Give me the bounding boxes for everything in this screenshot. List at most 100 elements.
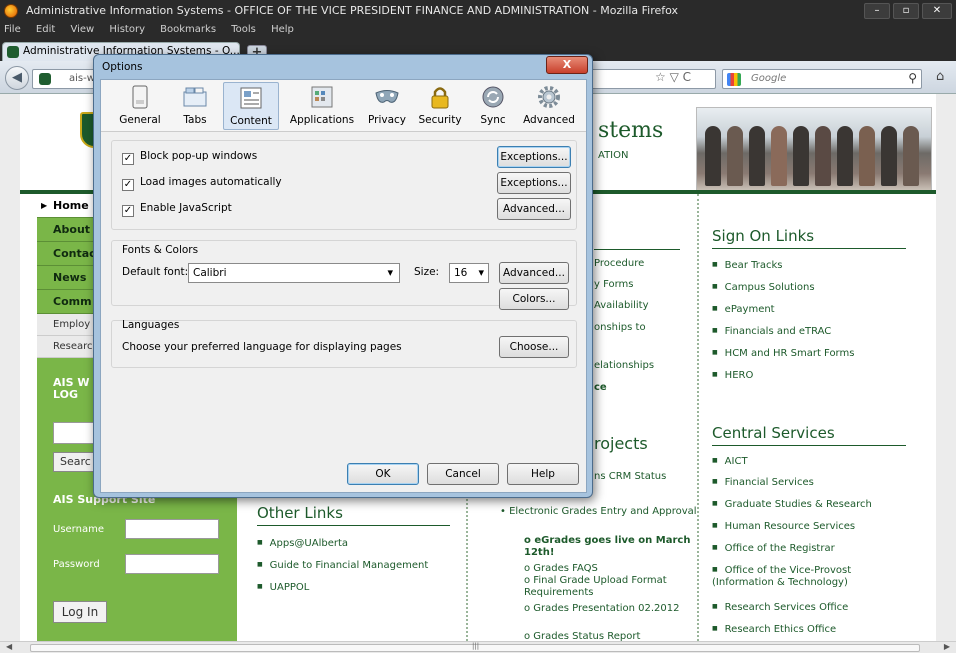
fonts-colors-group: Fonts & Colors Default font: Calibri Siz… <box>111 240 577 310</box>
popup-exceptions-button[interactable]: Exceptions... <box>497 146 571 168</box>
enable-javascript-checkbox[interactable]: ✓ Enable JavaScript <box>122 202 232 217</box>
search-icon[interactable]: ⚲ <box>908 71 917 85</box>
cancel-button[interactable]: Cancel <box>427 463 499 485</box>
column-divider <box>697 194 699 641</box>
central-link[interactable]: Financial Services <box>712 476 814 489</box>
tab-advanced[interactable]: Advanced <box>519 82 579 130</box>
minimize-button[interactable]: – <box>864 3 890 19</box>
block-popups-label: Block pop-up windows <box>140 150 258 162</box>
maximize-button[interactable]: ▫ <box>893 3 919 19</box>
tab-privacy[interactable]: Privacy <box>365 82 409 130</box>
central-link[interactable]: Graduate Studies & Research <box>712 498 872 511</box>
scroll-left-icon[interactable]: ◀ <box>6 642 12 651</box>
gear-icon <box>536 84 562 110</box>
help-button[interactable]: Help <box>507 463 579 485</box>
tab-tabs-label: Tabs <box>183 114 207 126</box>
login-button[interactable]: Log In <box>53 601 107 623</box>
scroll-right-icon[interactable]: ▶ <box>944 642 950 651</box>
tab-security-label: Security <box>418 114 462 126</box>
languages-description: Choose your preferred language for displ… <box>122 341 402 353</box>
central-link[interactable]: Office of the Registrar <box>712 542 835 555</box>
block-popups-checkbox[interactable]: ✓ Block pop-up windows <box>122 150 257 165</box>
tab-general[interactable]: General <box>115 82 165 130</box>
menu-view[interactable]: View <box>70 24 94 35</box>
central-link[interactable]: Research Ethics Office <box>712 623 836 636</box>
username-field[interactable] <box>125 519 219 539</box>
signon-link[interactable]: Bear Tracks <box>712 259 783 272</box>
home-icon[interactable]: ⌂ <box>936 69 944 84</box>
checkbox-box[interactable]: ✓ <box>122 205 134 217</box>
other-link[interactable]: Apps@UAlberta <box>257 538 348 549</box>
mid-link[interactable]: ce <box>594 382 607 393</box>
window-title-bar: Administrative Information Systems - OFF… <box>0 0 956 22</box>
crm-status-link[interactable]: ns CRM Status <box>594 471 666 482</box>
signon-link[interactable]: Campus Solutions <box>712 281 815 294</box>
signon-link[interactable]: HERO <box>712 369 754 382</box>
checkbox-box[interactable]: ✓ <box>122 179 134 191</box>
sign-on-rule <box>712 248 906 249</box>
menu-file[interactable]: File <box>4 24 21 35</box>
menu-bookmarks[interactable]: Bookmarks <box>160 24 216 35</box>
grades-presentation-link[interactable]: o Grades Presentation 02.2012 <box>524 603 694 615</box>
mid-link[interactable]: y Forms <box>594 279 634 290</box>
javascript-advanced-button[interactable]: Advanced... <box>497 198 571 220</box>
site-name: stems <box>598 118 664 143</box>
central-services-rule <box>712 445 906 446</box>
menu-help[interactable]: Help <box>271 24 294 35</box>
tab-security[interactable]: Security <box>415 82 465 130</box>
other-link[interactable]: UAPPOL <box>257 582 310 593</box>
bookmark-star-icon[interactable]: ☆ ▽ C <box>655 70 691 84</box>
close-window-button[interactable]: ✕ <box>922 3 952 19</box>
content-options-group: ✓ Block pop-up windows ✓ Load images autom… <box>111 140 577 230</box>
back-button[interactable]: ◀ <box>5 66 29 90</box>
sign-on-links-heading: Sign On Links <box>712 227 815 245</box>
mid-link[interactable]: Procedure <box>594 258 644 269</box>
images-exceptions-button[interactable]: Exceptions... <box>497 172 571 194</box>
other-link[interactable]: Guide to Financial Management <box>257 560 429 571</box>
signon-link[interactable]: HCM and HR Smart Forms <box>712 347 855 360</box>
font-size-select[interactable]: 16 <box>449 263 489 283</box>
mid-link[interactable]: onships to <box>594 322 646 333</box>
signon-link[interactable]: ePayment <box>712 303 775 316</box>
central-link[interactable]: AICT <box>712 455 748 468</box>
content-icon <box>238 85 264 111</box>
firefox-logo-icon <box>4 4 18 18</box>
grades-live-text: eGrades goes live on March 12th! <box>524 535 691 558</box>
central-link[interactable]: Office of the Vice-Provost (Information … <box>712 564 902 589</box>
grades-live-link[interactable]: o eGrades goes live on March 12th! <box>524 535 694 559</box>
grades-upload-link[interactable]: o Final Grade Upload Format Requirements <box>524 575 694 599</box>
dialog-close-button[interactable]: X <box>546 56 588 74</box>
load-images-checkbox[interactable]: ✓ Load images automatically <box>122 176 282 191</box>
checkbox-box[interactable]: ✓ <box>122 153 134 165</box>
signon-link[interactable]: Financials and eTRAC <box>712 325 832 338</box>
tab-privacy-label: Privacy <box>367 114 407 126</box>
menu-history[interactable]: History <box>109 24 145 35</box>
scroll-grip-icon: ||| <box>472 642 480 650</box>
tab-content[interactable]: Content <box>223 82 279 130</box>
load-images-label: Load images automatically <box>140 176 282 188</box>
mid-link[interactable]: elationships <box>594 360 654 371</box>
horizontal-scrollbar[interactable]: ◀ ||| ▶ <box>0 641 956 653</box>
window-title: Administrative Information Systems - OFF… <box>26 4 679 17</box>
grades-faqs-link[interactable]: o Grades FAQS <box>524 563 694 575</box>
tab-applications[interactable]: Applications <box>287 82 357 130</box>
google-engine-icon[interactable] <box>727 73 741 86</box>
password-field[interactable] <box>125 554 219 574</box>
menu-tools[interactable]: Tools <box>231 24 256 35</box>
default-font-label: Default font: <box>122 266 189 278</box>
mid-link[interactable]: Availability <box>594 300 649 311</box>
site-identity-icon[interactable] <box>39 73 51 85</box>
search-placeholder: Google <box>751 73 787 84</box>
tab-sync[interactable]: Sync <box>473 82 513 130</box>
menu-edit[interactable]: Edit <box>36 24 55 35</box>
tab-tabs[interactable]: Tabs <box>173 82 217 130</box>
ok-button[interactable]: OK <box>347 463 419 485</box>
central-link[interactable]: Research Services Office <box>712 601 849 614</box>
search-input[interactable]: Google ⚲ <box>722 69 922 89</box>
grades-status-link[interactable]: o Grades Status Report <box>524 631 694 641</box>
default-font-select[interactable]: Calibri <box>188 263 400 283</box>
fonts-advanced-button[interactable]: Advanced... <box>499 262 569 284</box>
colors-button[interactable]: Colors... <box>499 288 569 310</box>
central-link[interactable]: Human Resource Services <box>712 520 855 533</box>
choose-languages-button[interactable]: Choose... <box>499 336 569 358</box>
